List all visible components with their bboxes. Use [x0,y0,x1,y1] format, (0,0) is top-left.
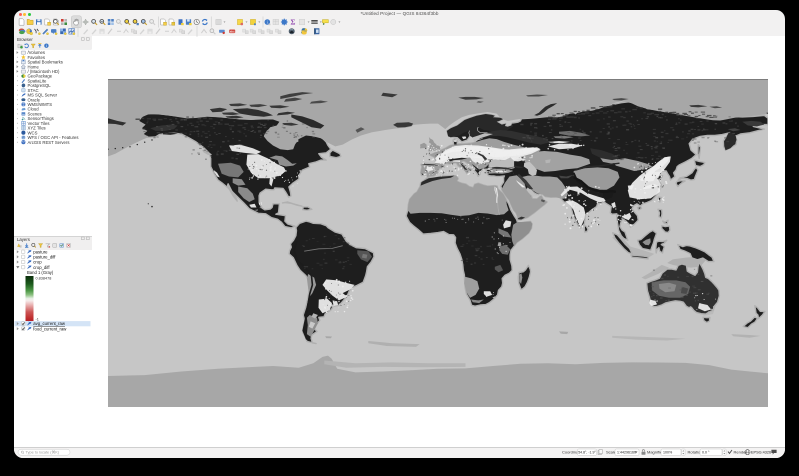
svg-text:Band 1 (Gray): Band 1 (Gray) [27,270,54,275]
svg-text:W: W [22,136,25,140]
svg-text:ArcGIS REST Servers: ArcGIS REST Servers [28,140,70,145]
svg-text:i: i [46,44,47,48]
svg-text:food_current_raw: food_current_raw [33,326,67,331]
svg-text:Σ: Σ [291,18,296,27]
svg-text:abc: abc [230,30,235,34]
svg-text:0.838478: 0.838478 [36,277,52,281]
